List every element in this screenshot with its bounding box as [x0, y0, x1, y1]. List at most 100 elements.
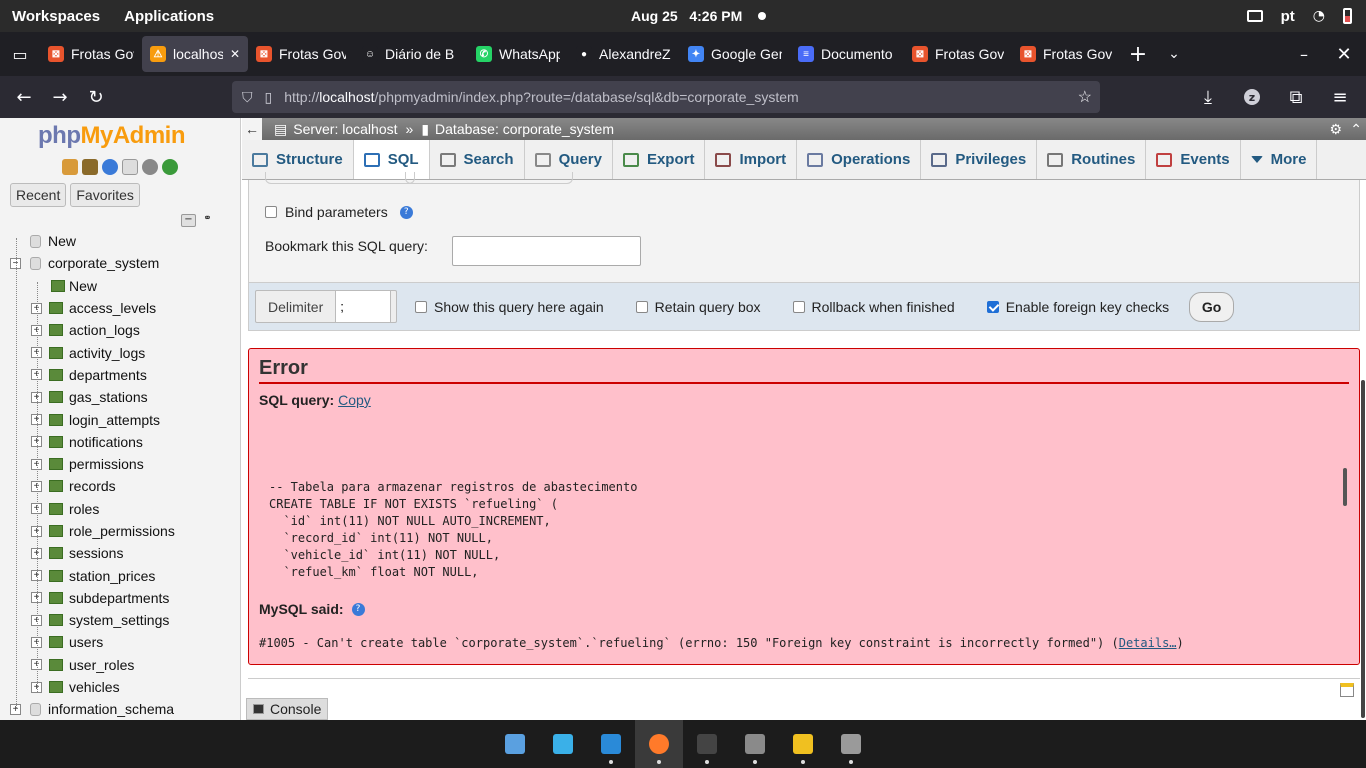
tab-1[interactable]: ⚠ localhost ✕	[142, 36, 248, 72]
tab-import[interactable]: Import	[705, 140, 798, 179]
tab-7[interactable]: ≡ Documento	[790, 36, 904, 72]
battery-icon[interactable]	[1343, 8, 1352, 24]
tree-label[interactable]: login_attempts	[69, 412, 160, 428]
downloads-icon[interactable]: ⤓	[1190, 81, 1226, 113]
url-bar[interactable]: ⛉ ▯ http://localhost/phpmyadmin/index.ph…	[232, 81, 1100, 113]
tree-label[interactable]: information_schema	[48, 701, 174, 717]
tab-export[interactable]: Export	[613, 140, 706, 179]
taskbar-screenshot-app[interactable]	[491, 720, 539, 768]
rollback-checkbox[interactable]	[792, 300, 805, 313]
mysql-help-icon[interactable]: ?	[351, 602, 365, 616]
list-tabs-chevron-icon[interactable]: ⌄	[1156, 46, 1192, 62]
account-icon[interactable]: z	[1234, 81, 1270, 113]
collapse-nav-icon[interactable]: ←	[242, 118, 262, 140]
tree-label[interactable]: activity_logs	[69, 345, 145, 361]
tab-6[interactable]: ✦ Google Gem	[680, 36, 790, 72]
tree-label[interactable]: corporate_system	[48, 255, 159, 271]
extensions-icon[interactable]: ⧉	[1278, 81, 1314, 113]
tree-label[interactable]: subdepartments	[69, 590, 169, 606]
workspaces-button[interactable]: Workspaces	[0, 8, 112, 25]
close-window-button[interactable]: ✕	[1322, 44, 1366, 65]
details-link[interactable]: Details…	[1119, 636, 1177, 650]
collapse-top-icon[interactable]: ⌃	[1350, 121, 1362, 138]
tab-0[interactable]: ⊠ Frotas Gov	[40, 36, 142, 72]
taskbar-files[interactable]	[731, 720, 779, 768]
tree-label[interactable]: departments	[69, 367, 147, 383]
collapse-all-icon[interactable]: −	[181, 214, 196, 227]
tab-5[interactable]: ● AlexandreZ	[568, 36, 680, 72]
reload-icon[interactable]: ↻	[78, 81, 114, 113]
tab-events[interactable]: Events	[1146, 140, 1241, 179]
delimiter-input[interactable]	[335, 290, 392, 323]
tree-label[interactable]: role_permissions	[69, 523, 175, 539]
taskbar-vscode[interactable]	[587, 720, 635, 768]
phpmyadmin-logo[interactable]: phpMyAdmin	[38, 122, 185, 150]
breadcrumb-database[interactable]: Database: corporate_system	[435, 121, 614, 137]
bind-parameters-checkbox[interactable]	[265, 206, 277, 218]
url-text[interactable]: http://localhost/phpmyadmin/index.php?ro…	[284, 89, 798, 105]
taskbar-terminal[interactable]	[683, 720, 731, 768]
wifi-icon[interactable]: ◔	[1313, 8, 1325, 24]
sql-docs-icon[interactable]	[122, 159, 138, 175]
recent-button[interactable]: Recent	[10, 183, 67, 207]
tree-label[interactable]: permissions	[69, 456, 144, 472]
settings-gear-icon[interactable]	[142, 159, 158, 175]
forward-icon[interactable]: →	[42, 81, 78, 113]
tree-label[interactable]: gas_stations	[69, 389, 148, 405]
tab-privileges[interactable]: Privileges	[921, 140, 1038, 179]
tab-2[interactable]: ⊠ Frotas Gov	[248, 36, 354, 72]
menu-icon[interactable]: ≡	[1322, 81, 1358, 113]
tree-label[interactable]: roles	[69, 501, 99, 517]
taskbar-notes[interactable]	[779, 720, 827, 768]
reload-nav-icon[interactable]	[162, 159, 178, 175]
tree-label[interactable]: New	[48, 233, 76, 249]
tab-4[interactable]: ✆ WhatsApp	[468, 36, 568, 72]
screen-icon[interactable]	[1246, 10, 1263, 22]
tree-label[interactable]: system_settings	[69, 612, 169, 628]
taskbar-settings[interactable]	[827, 720, 875, 768]
taskbar-firefox[interactable]	[635, 720, 683, 768]
tab-9[interactable]: ⊠ Frotas Gov	[1012, 36, 1120, 72]
favorites-button[interactable]: Favorites	[70, 183, 140, 207]
tab-routines[interactable]: Routines	[1037, 140, 1147, 179]
tree-label[interactable]: vehicles	[69, 679, 120, 695]
tree-db-information-schema[interactable]: + information_schema	[0, 698, 240, 720]
tab-more[interactable]: More	[1241, 140, 1318, 179]
shield-icon[interactable]: ⛉	[242, 89, 253, 106]
link-with-main-icon[interactable]: ⚭	[200, 214, 215, 227]
page-settings-gear-icon[interactable]: ⚙	[1329, 121, 1342, 138]
show-query-checkbox[interactable]	[415, 300, 427, 313]
go-button[interactable]: Go	[1189, 291, 1235, 322]
clock[interactable]: Aug 25 4:26 PM	[631, 8, 742, 24]
tree-new-database[interactable]: New	[0, 230, 240, 252]
bookmark-input[interactable]	[452, 236, 641, 266]
home-icon[interactable]	[62, 159, 78, 175]
sql-notes-icon[interactable]	[1340, 683, 1354, 697]
tree-label[interactable]: user_roles	[69, 657, 134, 673]
tree-label[interactable]: action_logs	[69, 322, 140, 338]
tab-3[interactable]: ☺ Diário de B	[354, 36, 468, 72]
copy-link[interactable]: Copy	[338, 392, 371, 408]
page-info-icon[interactable]: ▯	[265, 89, 273, 106]
breadcrumb-server[interactable]: Server: localhost	[293, 121, 397, 137]
console-tab[interactable]: Console	[246, 698, 328, 720]
docs-icon[interactable]	[102, 159, 118, 175]
tree-label[interactable]: station_prices	[69, 568, 155, 584]
tab-operations[interactable]: Operations	[797, 140, 922, 179]
tree-label[interactable]: New	[69, 278, 97, 294]
bookmark-star-icon[interactable]: ☆	[1078, 87, 1092, 107]
tree-label[interactable]: notifications	[69, 434, 143, 450]
fk-checks-checkbox[interactable]	[986, 300, 999, 313]
tab-overview-icon[interactable]: ▭	[0, 36, 40, 72]
logout-icon[interactable]	[82, 159, 98, 175]
retain-box-checkbox[interactable]	[635, 300, 648, 313]
minimize-button[interactable]: –	[1286, 45, 1322, 64]
taskbar-apps-grid[interactable]	[539, 720, 587, 768]
error-scrollbar[interactable]	[1343, 468, 1347, 506]
help-icon[interactable]: ?	[399, 205, 413, 219]
new-tab-button[interactable]: +	[1120, 42, 1156, 67]
applications-button[interactable]: Applications	[112, 8, 226, 25]
tree-label[interactable]: records	[69, 478, 116, 494]
tree-label[interactable]: users	[69, 634, 103, 650]
page-scrollbar[interactable]	[1361, 380, 1365, 718]
